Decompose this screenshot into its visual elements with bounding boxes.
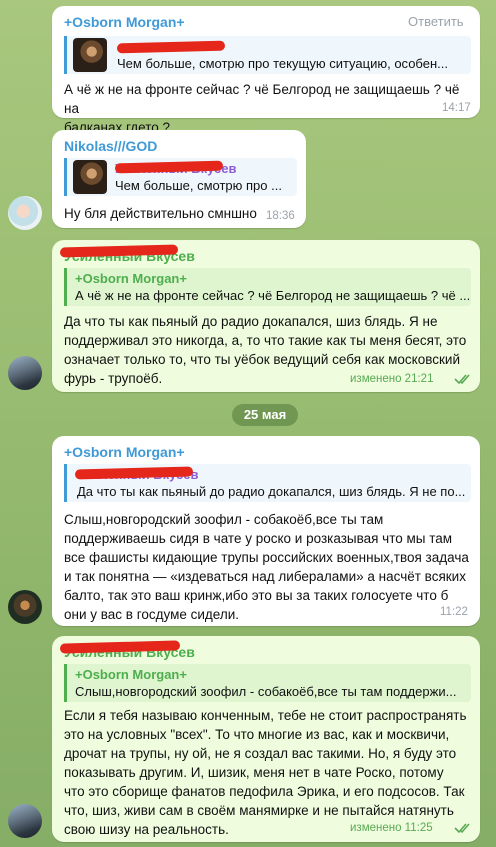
date-separator: 25 мая — [232, 404, 298, 426]
sender-name[interactable]: Nikolas///GOD — [64, 138, 157, 154]
quote-sender: +Osborn Morgan+ — [75, 667, 187, 682]
reply-quote[interactable]: Усиленный Вкусев Да что ты как пьяный до… — [64, 464, 471, 502]
quote-thumbnail — [73, 160, 107, 194]
message-time: 11:22 — [440, 606, 468, 618]
message-bubble-2[interactable]: Nikolas///GOD Усиленный Вкусев Чем больш… — [52, 130, 306, 228]
quote-text: Чем больше, смотрю про текущую ситуацию,… — [117, 56, 448, 71]
message-text: Ну бля действительно смншно — [64, 206, 257, 221]
reply-quote[interactable]: Усиленный Вкусев Чем больше, смотрю про … — [64, 158, 297, 196]
reply-quote[interactable]: Чем больше, смотрю про текущую ситуацию,… — [64, 36, 471, 74]
quote-text: Да что ты как пьяный до радио докапался,… — [77, 484, 466, 499]
redaction-mark — [116, 40, 226, 54]
quote-text: А чё ж не на фронте сейчас ? чё Белгород… — [75, 288, 471, 303]
quote-text: Слыш,новгородский зоофил - собакоёб,все … — [75, 684, 457, 699]
quote-sender: +Osborn Morgan+ — [75, 271, 187, 286]
avatar[interactable] — [8, 590, 42, 624]
sender-name[interactable]: +Osborn Morgan+ — [64, 14, 185, 30]
avatar[interactable] — [8, 356, 42, 390]
message-text: А чё ж не на фронте сейчас ? чё Белгород… — [64, 82, 460, 135]
read-double-check-icon — [454, 823, 470, 834]
message-text: Слыш,новгородский зоофил - собакоёб,все … — [64, 512, 469, 622]
message-time: 18:36 — [266, 210, 295, 222]
avatar[interactable] — [8, 804, 42, 838]
message-bubble-1[interactable]: +Osborn Morgan+ Ответить Чем больше, смо… — [52, 6, 480, 135]
avatar[interactable] — [8, 196, 42, 230]
message-time: изменено 11:25 — [350, 822, 433, 834]
sender-name[interactable]: +Osborn Morgan+ — [64, 444, 185, 460]
reply-quote[interactable]: +Osborn Morgan+ Слыш,новгородский зоофил… — [64, 664, 471, 702]
message-bubble-3[interactable]: Усиленный Вкусев +Osborn Morgan+ А чё ж … — [52, 240, 480, 392]
read-double-check-icon — [454, 374, 470, 385]
message-text: Если я тебя называю конченным, тебе не с… — [64, 708, 467, 837]
reply-quote[interactable]: +Osborn Morgan+ А чё ж не на фронте сейч… — [64, 268, 471, 306]
message-bubble-4[interactable]: +Osborn Morgan+ Усиленный Вкусев Да что … — [52, 436, 480, 626]
reply-button[interactable]: Ответить — [408, 14, 464, 29]
message-time: 14:17 — [442, 102, 471, 114]
quote-thumbnail — [73, 38, 107, 72]
quote-text: Чем больше, смотрю про ... — [115, 178, 282, 193]
message-time: изменено 21:21 — [350, 373, 434, 385]
message-bubble-5[interactable]: Усиленный Вкусев +Osborn Morgan+ Слыш,но… — [52, 636, 480, 842]
